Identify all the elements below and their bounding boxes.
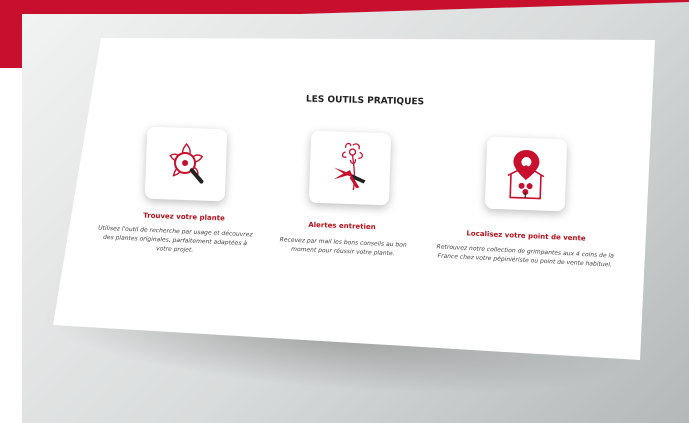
tools-section: LES OUTILS PRATIQUES Trouvez votre plant… <box>0 0 689 423</box>
magnifier-flower-icon <box>169 142 204 184</box>
tool-tile-care-alerts[interactable] <box>308 130 392 206</box>
location-pin-house-icon <box>507 150 545 200</box>
tool-tile-find-plant[interactable] <box>144 126 228 202</box>
tool-desc-store-locator: Retrouvez notre collection de grimpantes… <box>436 243 615 269</box>
tool-desc-find-plant: Utilisez l'outil de recherche par usage … <box>98 224 253 254</box>
tool-title-care-alerts[interactable]: Alertes entretien <box>282 220 402 232</box>
tool-title-store-locator[interactable]: Localisez votre point de vente <box>466 229 586 242</box>
tool-tile-store-locator[interactable] <box>484 136 568 212</box>
tool-title-find-plant[interactable]: Trouvez votre plante <box>124 211 244 223</box>
section-title: LES OUTILS PRATIQUES <box>305 94 425 108</box>
tool-desc-care-alerts: Recevez par mail les bons conseils au bo… <box>279 236 407 258</box>
pruning-shears-icon <box>333 142 366 191</box>
